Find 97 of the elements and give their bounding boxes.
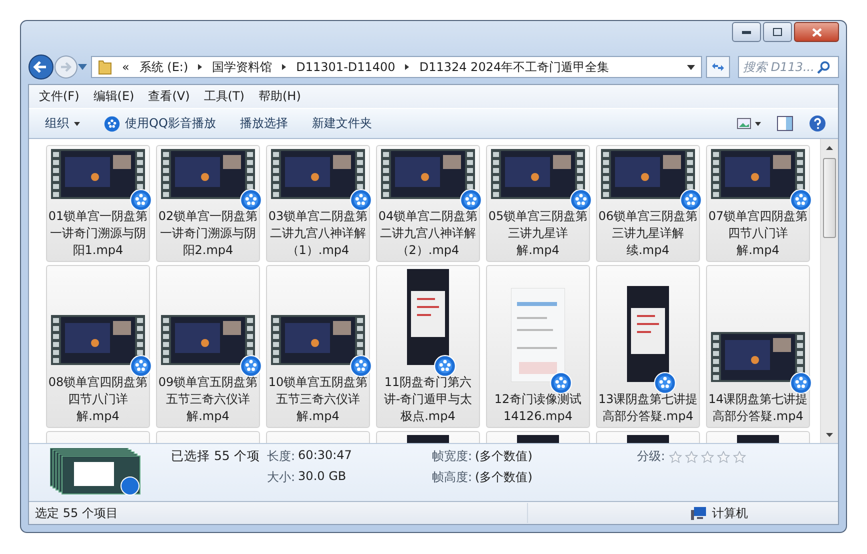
player-badge-icon [460,189,482,211]
player-badge-icon [130,355,152,377]
overflow-chevron[interactable]: « [122,60,130,74]
file-tile[interactable]: 03锁单宫二阴盘第二讲九宫八神详解（1）.mp4 [266,145,370,262]
menu-item[interactable]: 查看(V) [142,86,196,107]
file-tile[interactable]: 07锁单宫四阴盘第四节八门详解.mp4 [706,145,810,262]
refresh-icon [711,61,725,73]
file-tile[interactable]: 12奇门读像测试14126.mp4 [486,265,590,428]
location-label: 计算机 [712,504,748,522]
file-name: 04锁单宫二阴盘第二讲九宫八神详解（2）.mp4 [378,208,478,259]
file-name: 03锁单宫二阴盘第二讲九宫八神详解（1）.mp4 [268,208,368,259]
file-tile[interactable]: 11阴盘奇门第六讲-奇门遁甲与太极点.mp4 [376,265,480,428]
file-name: 05锁单宫三阴盘第三讲九星详解.mp4 [488,208,588,259]
rating-label: 分级: [637,448,666,465]
player-badge-icon [550,372,572,394]
file-name: 02锁单宫一阴盘第一讲奇门溯源与阴阳2.mp4 [158,208,258,259]
toolbar-button[interactable]: 组织 [35,112,90,135]
file-name: 11阴盘奇门第六讲-奇门遁甲与太极点.mp4 [382,374,474,425]
player-badge-icon [240,355,262,377]
file-name: 07锁单宫四阴盘第四节八门详解.mp4 [708,208,808,259]
help-icon [809,115,826,132]
file-tile[interactable]: 05锁单宫三阴盘第三讲九星详解.mp4 [486,145,590,262]
address-bar[interactable]: « 系统 (E:) 国学资料馆 D11301-D11400 D11324 2024年不工奇门遁甲全集 [91,56,702,78]
close-icon [812,28,822,36]
maximize-button[interactable] [763,22,792,42]
file-name: 09锁单宫五阴盘第五节三奇六仪详解.mp4 [158,374,258,425]
maximize-icon [773,28,782,36]
property-label: 帧高度: [432,469,472,486]
scroll-thumb[interactable] [823,158,836,238]
file-name: 14课阴盘第七讲提高部分答疑.mp4 [708,391,808,425]
property-label: 大小: [267,469,296,486]
file-name: 13课阴盘第七讲提高部分答疑.mp4 [598,391,698,425]
file-name: 10锁单宫五阴盘第五节三奇六仪详解.mp4 [268,374,368,425]
menu-item[interactable]: 帮助(H) [252,86,307,107]
property-label: 长度: [267,448,296,465]
breadcrumb[interactable]: D11324 2024年不工奇门遁甲全集 [419,58,610,76]
file-name: 08锁单宫四阴盘第四节八门详解.mp4 [48,374,148,425]
star-icon[interactable] [685,450,698,462]
player-badge-icon [434,355,456,377]
toolbar-button[interactable]: 使用QQ影音播放 [94,112,226,135]
file-name: 06锁单宫三阴盘第三讲九星详解续.mp4 [598,208,698,259]
player-badge-icon [790,372,812,394]
minimize-icon [742,30,751,34]
player-badge-icon [240,189,262,211]
breadcrumb[interactable]: 国学资料馆 [212,58,272,76]
star-icon[interactable] [701,450,714,462]
property-label: 帧宽度: [432,448,472,465]
player-badge-icon [350,189,372,211]
menu-item[interactable]: 工具(T) [198,86,250,107]
file-name: 01锁单宫一阴盘第一讲奇门溯源与阴阳1.mp4 [48,208,148,259]
breadcrumb[interactable]: 系统 (E:) [139,58,188,76]
property-value: (多个数值) [475,448,532,465]
property-value: 30.0 GB [298,469,346,485]
player-icon [104,116,120,132]
star-icon[interactable] [733,450,746,462]
toolbar-button[interactable]: 新建文件夹 [302,112,382,135]
file-tile[interactable]: 13课阴盘第七讲提高部分答疑.mp4 [596,265,700,428]
search-field[interactable]: 搜索 D113... [738,56,839,78]
picture-icon [737,118,751,129]
history-dropdown-icon[interactable] [78,64,87,70]
back-button[interactable] [28,54,54,80]
pane-icon [777,116,793,131]
scrollbar[interactable] [820,139,838,443]
player-badge-icon [790,189,812,211]
computer-icon [691,506,707,520]
toolbar-button[interactable]: 播放选择 [230,112,298,135]
file-tile[interactable]: 04锁单宫二阴盘第二讲九宫八神详解（2）.mp4 [376,145,480,262]
file-tile[interactable]: 10锁单宫五阴盘第五节三奇六仪详解.mp4 [266,265,370,428]
file-tile[interactable]: 14课阴盘第七讲提高部分答疑.mp4 [706,265,810,428]
file-tile[interactable]: 09锁单宫五阴盘第五节三奇六仪详解.mp4 [156,265,260,428]
search-icon [817,60,830,74]
file-tile[interactable]: 08锁单宫四阴盘第四节八门详解.mp4 [46,265,150,428]
refresh-button[interactable] [706,56,730,78]
file-tile[interactable]: 02锁单宫一阴盘第一讲奇门溯源与阴阳2.mp4 [156,145,260,262]
close-button[interactable] [794,22,839,42]
scroll-down-icon[interactable] [826,432,833,436]
star-icon[interactable] [669,450,682,462]
folder-icon [98,59,112,75]
player-badge-icon [350,355,372,377]
file-name: 12奇门读像测试14126.mp4 [493,391,583,425]
star-icon[interactable] [717,450,730,462]
file-tile[interactable]: 01锁单宫一阴盘第一讲奇门溯源与阴阳1.mp4 [46,145,150,262]
selection-count: 已选择 55 个项 [171,448,261,465]
player-badge-icon [570,189,592,211]
player-badge-icon [680,189,702,211]
property-value: 60:30:47 [298,448,352,464]
menu-item[interactable]: 编辑(E) [87,86,140,107]
menu-item[interactable]: 文件(F) [33,86,86,107]
property-value: (多个数值) [475,469,532,486]
player-badge-icon [130,189,152,211]
scroll-up-icon[interactable] [826,146,833,150]
minimize-button[interactable] [732,22,761,42]
status-text: 选定 55 个项目 [34,504,119,522]
player-badge-icon [654,372,676,394]
dropdown-caret-icon[interactable] [687,64,695,70]
file-tile[interactable]: 06锁单宫三阴盘第三讲九星详解续.mp4 [596,145,700,262]
breadcrumb[interactable]: D11301-D11400 [296,60,396,74]
